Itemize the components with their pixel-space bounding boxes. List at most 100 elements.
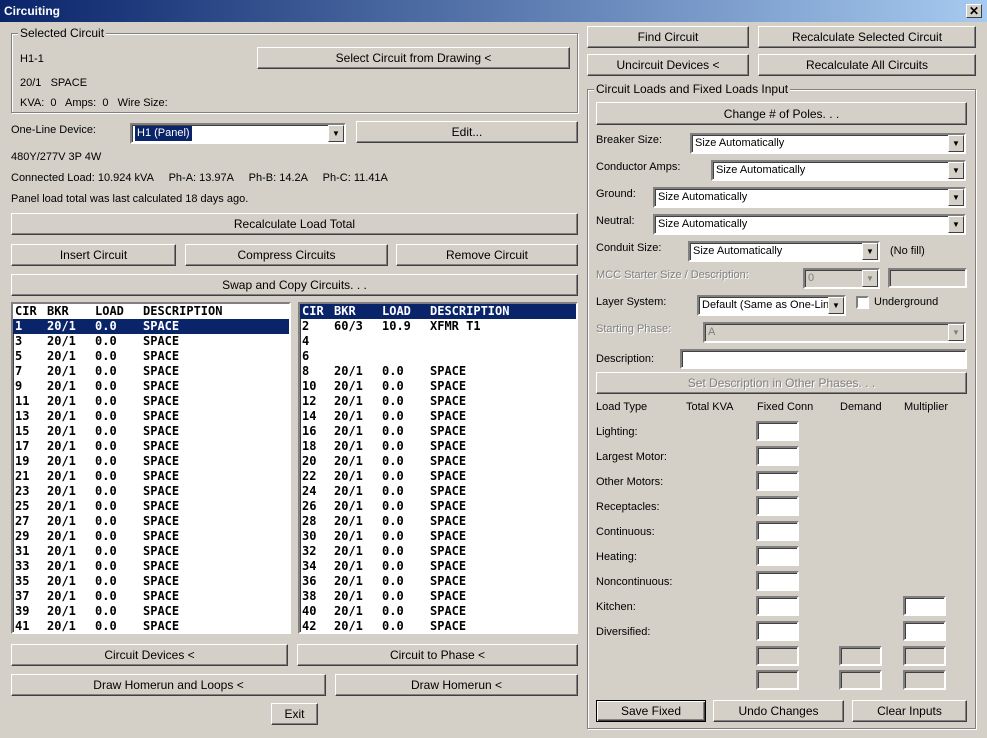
- insert-circuit-button[interactable]: Insert Circuit: [11, 244, 176, 266]
- chevron-down-icon[interactable]: ▼: [948, 135, 964, 152]
- table-row[interactable]: 7 20/1 0.0 SPACE: [13, 364, 289, 379]
- chevron-down-icon[interactable]: ▼: [828, 297, 844, 314]
- table-row[interactable]: 18 20/1 0.0 SPACE: [300, 439, 576, 454]
- table-row[interactable]: 3 20/1 0.0 SPACE: [13, 334, 289, 349]
- clear-inputs-button[interactable]: Clear Inputs: [852, 700, 967, 722]
- chevron-down-icon[interactable]: ▼: [948, 162, 964, 179]
- table-row[interactable]: 33 20/1 0.0 SPACE: [13, 559, 289, 574]
- chevron-down-icon[interactable]: ▼: [948, 216, 964, 233]
- extra-fixed-input-2[interactable]: [756, 670, 799, 690]
- undo-changes-button[interactable]: Undo Changes: [713, 700, 844, 722]
- kitchen-fixed-input[interactable]: [756, 596, 799, 616]
- edit-button[interactable]: Edit...: [356, 121, 578, 143]
- table-row[interactable]: 31 20/1 0.0 SPACE: [13, 544, 289, 559]
- chevron-down-icon[interactable]: ▼: [948, 189, 964, 206]
- table-row[interactable]: 41 20/1 0.0 SPACE: [13, 619, 289, 632]
- close-icon[interactable]: ✕: [966, 4, 982, 18]
- table-row[interactable]: 5 20/1 0.0 SPACE: [13, 349, 289, 364]
- recalculate-all-button[interactable]: Recalculate All Circuits: [758, 54, 976, 76]
- table-row[interactable]: 21 20/1 0.0 SPACE: [13, 469, 289, 484]
- extra-multiplier-input-2[interactable]: [903, 670, 946, 690]
- one-line-device-select[interactable]: H1 (Panel) ▼: [130, 123, 346, 144]
- table-row[interactable]: 23 20/1 0.0 SPACE: [13, 484, 289, 499]
- extra-fixed-input-1[interactable]: [756, 646, 799, 666]
- chevron-down-icon[interactable]: ▼: [328, 125, 344, 142]
- table-row[interactable]: 4: [300, 334, 576, 349]
- table-row[interactable]: 8 20/1 0.0 SPACE: [300, 364, 576, 379]
- table-row[interactable]: 20 20/1 0.0 SPACE: [300, 454, 576, 469]
- extra-demand-input-2[interactable]: [839, 670, 882, 690]
- table-row[interactable]: 14 20/1 0.0 SPACE: [300, 409, 576, 424]
- table-row[interactable]: 29 20/1 0.0 SPACE: [13, 529, 289, 544]
- chevron-down-icon[interactable]: ▼: [948, 324, 964, 341]
- recalculate-selected-button[interactable]: Recalculate Selected Circuit: [758, 26, 976, 48]
- table-row[interactable]: 39 20/1 0.0 SPACE: [13, 604, 289, 619]
- extra-multiplier-input-1[interactable]: [903, 646, 946, 666]
- set-description-other-phases-button[interactable]: Set Description in Other Phases. . .: [596, 372, 967, 394]
- recalculate-load-total-button[interactable]: Recalculate Load Total: [11, 213, 578, 235]
- table-row[interactable]: 19 20/1 0.0 SPACE: [13, 454, 289, 469]
- continuous-fixed-input[interactable]: [756, 521, 799, 541]
- table-row[interactable]: 17 20/1 0.0 SPACE: [13, 439, 289, 454]
- table-row[interactable]: 1 20/1 0.0 SPACE: [13, 319, 289, 334]
- ground-select[interactable]: Size Automatically ▼: [653, 187, 966, 208]
- odd-circuits-list[interactable]: CIR BKR LOAD DESCRIPTION 1 20/1 0.0 SPACE 3 20/1…: [11, 302, 291, 634]
- draw-homerun-button[interactable]: Draw Homerun <: [335, 674, 578, 696]
- circuit-to-phase-button[interactable]: Circuit to Phase <: [297, 644, 578, 666]
- chevron-down-icon[interactable]: ▼: [862, 270, 878, 287]
- table-row[interactable]: 22 20/1 0.0 SPACE: [300, 469, 576, 484]
- even-circuits-list[interactable]: CIR BKR LOAD DESCRIPTION 2 60/3 10.9 XFMR T1 4 6…: [298, 302, 578, 634]
- change-poles-button[interactable]: Change # of Poles. . .: [596, 102, 967, 125]
- receptacles-fixed-input[interactable]: [756, 496, 799, 516]
- diversified-fixed-input[interactable]: [756, 621, 799, 641]
- table-row[interactable]: 15 20/1 0.0 SPACE: [13, 424, 289, 439]
- table-row[interactable]: 35 20/1 0.0 SPACE: [13, 574, 289, 589]
- description-input[interactable]: [680, 349, 967, 369]
- chevron-down-icon[interactable]: ▼: [862, 243, 878, 260]
- table-row[interactable]: 38 20/1 0.0 SPACE: [300, 589, 576, 604]
- neutral-select[interactable]: Size Automatically ▼: [653, 214, 966, 235]
- table-row[interactable]: 30 20/1 0.0 SPACE: [300, 529, 576, 544]
- exit-button[interactable]: Exit: [271, 703, 318, 725]
- table-row[interactable]: 13 20/1 0.0 SPACE: [13, 409, 289, 424]
- underground-checkbox[interactable]: [856, 296, 869, 309]
- lighting-fixed-input[interactable]: [756, 421, 799, 441]
- kitchen-multiplier-input[interactable]: [903, 596, 946, 616]
- table-row[interactable]: 42 20/1 0.0 SPACE: [300, 619, 576, 632]
- mcc-starter-select[interactable]: 0 ▼: [803, 268, 880, 289]
- table-row[interactable]: 37 20/1 0.0 SPACE: [13, 589, 289, 604]
- table-row[interactable]: 25 20/1 0.0 SPACE: [13, 499, 289, 514]
- table-row[interactable]: 6: [300, 349, 576, 364]
- save-fixed-button[interactable]: Save Fixed: [596, 700, 706, 722]
- starting-phase-select[interactable]: A ▼: [703, 322, 966, 343]
- conductor-amps-select[interactable]: Size Automatically ▼: [711, 160, 966, 181]
- select-circuit-from-drawing-button[interactable]: Select Circuit from Drawing <: [257, 47, 570, 69]
- other-motors-fixed-input[interactable]: [756, 471, 799, 491]
- mcc-description-input[interactable]: [888, 268, 967, 288]
- conduit-size-select[interactable]: Size Automatically ▼: [688, 241, 880, 262]
- largest-motor-fixed-input[interactable]: [756, 446, 799, 466]
- table-row[interactable]: 34 20/1 0.0 SPACE: [300, 559, 576, 574]
- draw-homerun-loops-button[interactable]: Draw Homerun and Loops <: [11, 674, 326, 696]
- compress-circuits-button[interactable]: Compress Circuits: [185, 244, 388, 266]
- table-row[interactable]: 11 20/1 0.0 SPACE: [13, 394, 289, 409]
- noncontinuous-fixed-input[interactable]: [756, 571, 799, 591]
- table-row[interactable]: 28 20/1 0.0 SPACE: [300, 514, 576, 529]
- table-row[interactable]: 26 20/1 0.0 SPACE: [300, 499, 576, 514]
- uncircuit-devices-button[interactable]: Uncircuit Devices <: [587, 54, 749, 76]
- table-row[interactable]: 16 20/1 0.0 SPACE: [300, 424, 576, 439]
- table-row[interactable]: 24 20/1 0.0 SPACE: [300, 484, 576, 499]
- layer-system-select[interactable]: Default (Same as One-Line ▼: [697, 295, 846, 316]
- table-row[interactable]: 40 20/1 0.0 SPACE: [300, 604, 576, 619]
- table-row[interactable]: 36 20/1 0.0 SPACE: [300, 574, 576, 589]
- table-row[interactable]: 9 20/1 0.0 SPACE: [13, 379, 289, 394]
- table-row[interactable]: 10 20/1 0.0 SPACE: [300, 379, 576, 394]
- breaker-size-select[interactable]: Size Automatically ▼: [690, 133, 966, 154]
- table-row[interactable]: 12 20/1 0.0 SPACE: [300, 394, 576, 409]
- swap-copy-circuits-button[interactable]: Swap and Copy Circuits. . .: [11, 274, 578, 296]
- extra-demand-input-1[interactable]: [839, 646, 882, 666]
- remove-circuit-button[interactable]: Remove Circuit: [396, 244, 578, 266]
- table-row[interactable]: 27 20/1 0.0 SPACE: [13, 514, 289, 529]
- table-row[interactable]: 32 20/1 0.0 SPACE: [300, 544, 576, 559]
- table-row[interactable]: 2 60/3 10.9 XFMR T1: [300, 319, 576, 334]
